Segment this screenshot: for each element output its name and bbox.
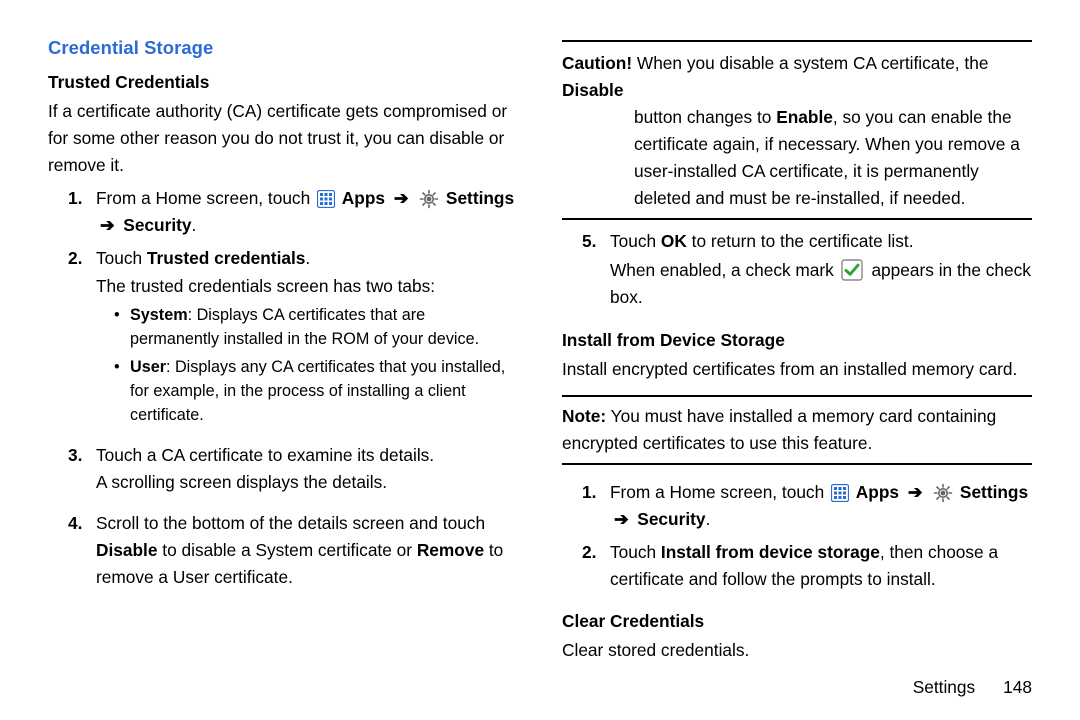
page-footer: Settings 148 xyxy=(913,677,1032,698)
rule-bottom xyxy=(562,218,1032,220)
note-rule-bottom xyxy=(562,463,1032,465)
settings-gear-icon xyxy=(933,483,953,503)
install-intro: Install encrypted certificates from an i… xyxy=(562,356,1032,383)
bullet-system: • System: Displays CA certificates that … xyxy=(114,304,518,352)
clear-text: Clear stored credentials. xyxy=(562,637,1032,664)
clear-heading: Clear Credentials xyxy=(562,608,1032,635)
apps-grid-icon xyxy=(831,483,849,501)
step-4: 4. Scroll to the bottom of the details s… xyxy=(68,510,518,591)
note-block: Note: You must have installed a memory c… xyxy=(562,403,1032,457)
section-title: Credential Storage xyxy=(48,34,518,63)
install-heading: Install from Device Storage xyxy=(562,327,1032,354)
footer-page-number: 148 xyxy=(1003,677,1032,697)
note-rule-top xyxy=(562,395,1032,397)
rule-top xyxy=(562,40,1032,42)
manual-page: Credential Storage Trusted Credentials I… xyxy=(0,0,1080,720)
trusted-credentials-heading: Trusted Credentials xyxy=(48,69,518,96)
apps-grid-icon xyxy=(317,189,335,207)
trusted-intro: If a certificate authority (CA) certific… xyxy=(48,98,518,179)
checkmark-icon xyxy=(841,259,863,281)
right-column: Caution! When you disable a system CA ce… xyxy=(562,34,1032,668)
install-step-1: 1. From a Home screen, touch xyxy=(582,479,1032,533)
settings-gear-icon xyxy=(419,189,439,209)
footer-section: Settings xyxy=(913,677,975,697)
caution-block: Caution! When you disable a system CA ce… xyxy=(562,50,1032,212)
bullet-user: • User: Displays any CA certificates tha… xyxy=(114,356,518,428)
step-1: 1. From a Home screen, touch xyxy=(68,185,518,239)
trusted-steps: 1. From a Home screen, touch xyxy=(48,185,518,592)
step-5: 5. Touch OK to return to the certificate… xyxy=(582,228,1032,311)
install-step-2: 2. Touch Install from device storage, th… xyxy=(582,539,1032,593)
step-3: 3. Touch a CA certificate to examine its… xyxy=(68,442,518,496)
step-2: 2. Touch Trusted credentials. The truste… xyxy=(68,245,518,429)
left-column: Credential Storage Trusted Credentials I… xyxy=(48,34,518,668)
